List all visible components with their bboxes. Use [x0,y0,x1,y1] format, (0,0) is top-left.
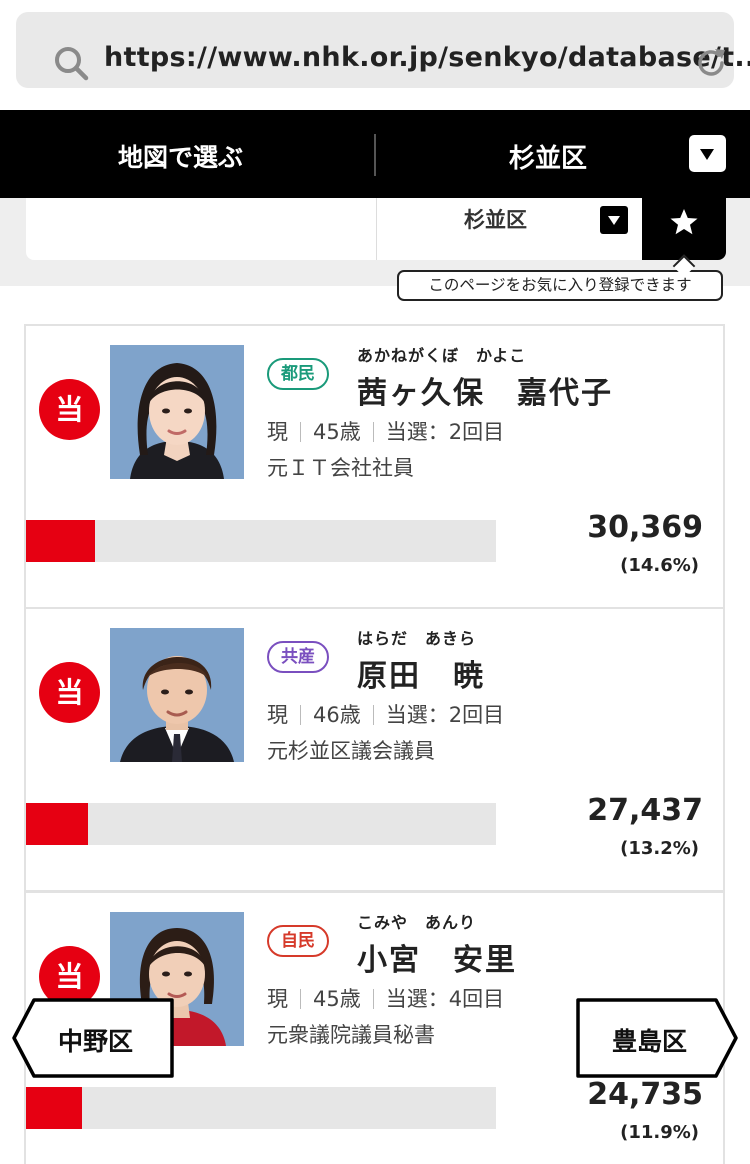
meta-separator [300,422,301,442]
candidate-meta: 現 46歳 当選：2回目 [267,699,504,729]
party-tag: 共産 [267,641,329,673]
vote-percent: (14.6%) [620,555,699,576]
candidate-furigana: あかねがくぼ かよこ [357,346,527,365]
url-text[interactable]: https://www.nhk.or.jp/senkyo/database/t.… [104,42,750,73]
candidate-card[interactable]: 当 共産 はらだ あきら 原田 暁 現 46歳 当選：2回目 元杉並区議会議員 27… [24,607,725,892]
party-tag: 自民 [267,925,329,957]
vote-count: 24,735 [587,1077,703,1112]
candidate-age: 45歳 [313,420,361,444]
address-bar[interactable]: https://www.nhk.or.jp/senkyo/database/t.… [16,12,750,88]
candidate-occupation: 元衆議院議員秘書 [267,1023,435,1047]
vote-bar [26,520,496,562]
election-count: 当選：2回目 [385,420,505,444]
candidate-furigana: はらだ あきら [357,629,477,648]
selector-dropdown-button[interactable] [600,206,628,234]
election-count: 当選：4回目 [385,987,505,1011]
favorite-button[interactable] [642,198,726,260]
meta-separator [300,705,301,725]
candidate-furigana: こみや あんり [357,913,477,932]
vote-count: 30,369 [587,510,703,545]
candidate-name: 原田 暁 [357,659,485,694]
meta-separator [372,422,374,442]
elected-badge: 当 [39,662,100,723]
favorite-tooltip: このページをお気に入り登録できます [397,270,723,301]
chevron-down-icon [700,149,714,160]
vote-count: 27,437 [587,793,703,828]
chevron-down-icon [608,216,620,225]
selector-district-label[interactable]: 杉並区 [464,204,527,234]
candidate-name: 茜ヶ久保 嘉代子 [357,376,613,411]
vote-bar [26,803,496,845]
candidate-occupation: 元杉並区議会議員 [267,739,435,763]
selector-divider [376,198,377,260]
candidate-meta: 現 45歳 当選：4回目 [267,983,504,1013]
incumbent-status: 現 [267,420,288,444]
vote-bar-fill [26,1087,82,1129]
reload-icon[interactable] [694,46,728,80]
candidate-age: 45歳 [313,987,361,1011]
next-district-button[interactable]: 豊島区 [574,998,738,1078]
star-icon [670,209,698,235]
vote-percent: (11.9%) [620,1122,699,1143]
candidate-name: 小宮 安里 [357,943,517,978]
meta-separator [372,705,374,725]
map-select-button[interactable]: 地図で選ぶ [118,138,243,174]
next-district-label: 豊島区 [612,1027,688,1056]
district-dropdown-button[interactable] [689,135,726,172]
browser-chrome: https://www.nhk.or.jp/senkyo/database/t.… [0,0,750,110]
candidate-photo [110,345,244,479]
search-icon [55,47,89,81]
election-count: 当選：2回目 [385,703,505,727]
vote-bar-fill [26,520,95,562]
incumbent-status: 現 [267,987,288,1011]
candidate-photo [110,628,244,762]
candidate-meta: 現 45歳 当選：2回目 [267,416,504,446]
top-nav: 地図で選ぶ 杉並区 [0,110,750,198]
incumbent-status: 現 [267,703,288,727]
elected-badge: 当 [39,379,100,440]
candidate-occupation: 元ＩＴ会社社員 [267,456,414,480]
prev-district-label: 中野区 [58,1027,134,1056]
prev-district-button[interactable]: 中野区 [12,998,176,1078]
nav-divider [374,134,376,176]
candidate-card[interactable]: 当 都民 あかねがくぼ かよこ 茜ヶ久保 嘉代子 現 45歳 当選：2回目 元ＩＴ会… [24,324,725,609]
meta-separator [300,989,301,1009]
vote-bar [26,1087,496,1129]
vote-percent: (13.2%) [620,838,699,859]
candidate-age: 46歳 [313,703,361,727]
party-tag: 都民 [267,358,329,390]
vote-bar-fill [26,803,89,845]
district-select-label[interactable]: 杉並区 [509,138,587,175]
meta-separator [372,989,374,1009]
